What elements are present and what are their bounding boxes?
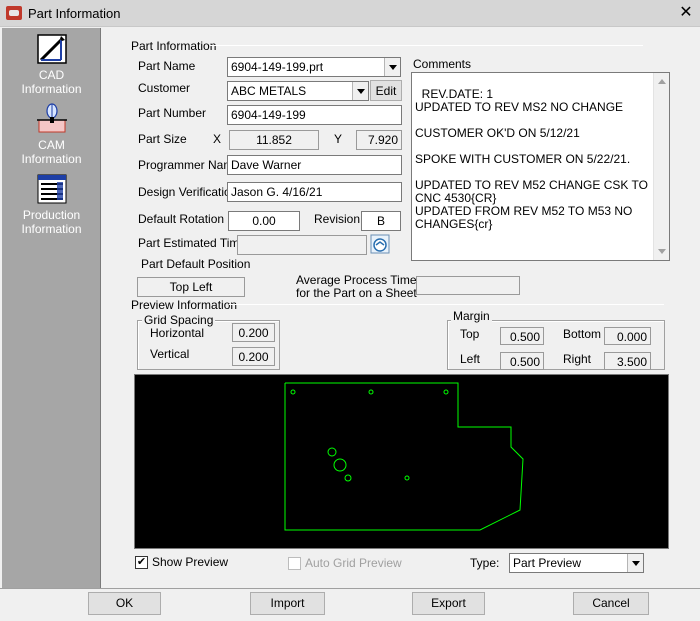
programmer-name-field[interactable]: Dave Warner — [227, 155, 402, 175]
margin-left-field[interactable]: 0.500 — [500, 352, 544, 370]
chevron-down-icon[interactable] — [384, 58, 400, 76]
part-estimated-time-field — [237, 235, 367, 255]
import-button[interactable]: Import — [250, 592, 325, 615]
ok-button[interactable]: OK — [88, 592, 161, 615]
programmer-name-label: Programmer Name — [138, 158, 241, 172]
margin-top-field[interactable]: 0.500 — [500, 327, 544, 345]
margin-top-label: Top — [460, 327, 480, 341]
type-label: Type: — [470, 556, 500, 570]
margin-label: Margin — [451, 309, 492, 323]
vertical-spacing-field[interactable]: 0.200 — [232, 347, 275, 366]
scroll-up-icon[interactable] — [658, 79, 666, 84]
scroll-down-icon[interactable] — [658, 249, 666, 254]
cam-tool-icon — [35, 102, 69, 136]
hole — [327, 447, 337, 457]
margin-bottom-label: Bottom — [563, 327, 602, 341]
default-rotation-label: Default Rotation — [138, 212, 225, 226]
horizontal-label: Horizontal — [150, 326, 205, 340]
auto-grid-preview-label: Auto Grid Preview — [305, 556, 402, 570]
part-name-dropdown[interactable]: 6904-149-199.prt — [227, 57, 401, 77]
sidebar: CAD Information CAM Information Producti… — [2, 28, 101, 588]
preview-type-dropdown[interactable]: Part Preview — [509, 553, 644, 573]
auto-grid-preview-checkbox[interactable] — [288, 557, 301, 570]
section-divider — [210, 45, 643, 46]
customer-dropdown[interactable]: ABC METALS — [227, 81, 369, 101]
design-verification-field[interactable]: Jason G. 4/16/21 — [227, 182, 402, 202]
comments-text: REV.DATE: 1 UPDATED TO REV MS2 NO CHANGE… — [415, 87, 648, 231]
part-number-field[interactable]: 6904-149-199 — [227, 105, 402, 125]
part-default-position-label: Part Default Position — [141, 257, 251, 271]
preview-type-value: Part Preview — [513, 556, 582, 570]
part-number-label: Part Number — [138, 106, 207, 120]
vertical-label: Vertical — [150, 347, 190, 361]
margin-bottom-field[interactable]: 0.000 — [604, 327, 651, 345]
close-icon[interactable]: ✕ — [676, 3, 696, 23]
y-label: Y — [334, 132, 343, 146]
comments-label: Comments — [413, 57, 472, 71]
hole — [443, 389, 449, 395]
sidebar-item-label: Production Information — [21, 208, 82, 236]
show-preview-label: Show Preview — [152, 555, 229, 569]
check-icon: ✔ — [136, 556, 147, 568]
margin-right-field[interactable]: 3.500 — [604, 352, 651, 370]
part-default-position-field[interactable]: Top Left — [137, 277, 245, 297]
estimate-time-icon[interactable] — [370, 234, 390, 254]
hole — [404, 475, 410, 481]
design-verification-label: Design Verification — [138, 185, 238, 199]
comments-scrollbar[interactable] — [653, 73, 669, 260]
section-divider — [229, 304, 664, 305]
part-information-label: Part Information — [131, 39, 217, 53]
average-process-time-label-2: for the Part on a Sheet — [296, 286, 417, 300]
production-list-icon — [35, 172, 69, 206]
comments-textarea[interactable]: REV.DATE: 1 UPDATED TO REV MS2 NO CHANGE… — [411, 72, 670, 261]
window-title: Part Information — [28, 6, 121, 21]
average-process-time-label: Average Process Time — [296, 273, 417, 287]
preview-information-label: Preview Information — [131, 298, 238, 312]
hole — [368, 389, 374, 395]
part-size-x-field: 11.852 — [229, 130, 319, 150]
sidebar-item-production[interactable]: Production Information — [2, 172, 101, 236]
sidebar-item-label: CAD Information — [21, 68, 82, 96]
part-outline-drawing — [284, 382, 524, 531]
export-button[interactable]: Export — [412, 592, 485, 615]
chevron-down-icon[interactable] — [627, 554, 643, 572]
part-outline — [284, 382, 524, 531]
horizontal-spacing-field[interactable]: 0.200 — [232, 323, 275, 342]
hole — [344, 474, 352, 482]
hole — [290, 389, 296, 395]
cad-drawing-icon — [35, 32, 69, 66]
sidebar-item-label: CAM Information — [21, 138, 82, 166]
x-label: X — [213, 132, 222, 146]
customer-value: ABC METALS — [231, 84, 307, 98]
default-rotation-field[interactable]: 0.00 — [228, 211, 300, 231]
edit-customer-button[interactable]: Edit — [370, 80, 402, 101]
sidebar-item-cad[interactable]: CAD Information — [2, 32, 101, 96]
hole — [333, 458, 347, 472]
chevron-down-icon[interactable] — [352, 82, 368, 100]
grid-spacing-label: Grid Spacing — [142, 313, 216, 327]
margin-left-label: Left — [460, 352, 481, 366]
part-size-label: Part Size — [138, 132, 187, 146]
cancel-button[interactable]: Cancel — [573, 592, 649, 615]
revision-label: Revision — [314, 212, 361, 226]
part-name-label: Part Name — [138, 59, 196, 73]
part-name-value: 6904-149-199.prt — [231, 60, 324, 74]
margin-right-label: Right — [563, 352, 592, 366]
average-process-time-field — [416, 276, 520, 295]
part-size-y-field: 7.920 — [356, 130, 402, 150]
part-preview-canvas[interactable] — [134, 374, 669, 549]
customer-label: Customer — [138, 81, 191, 95]
show-preview-checkbox[interactable]: ✔ — [135, 556, 148, 569]
bottom-separator — [0, 588, 700, 589]
part-estimated-time-label: Part Estimated Time — [138, 236, 247, 250]
sidebar-item-cam[interactable]: CAM Information — [2, 102, 101, 166]
revision-field[interactable]: B — [361, 211, 401, 231]
app-icon — [6, 6, 22, 20]
